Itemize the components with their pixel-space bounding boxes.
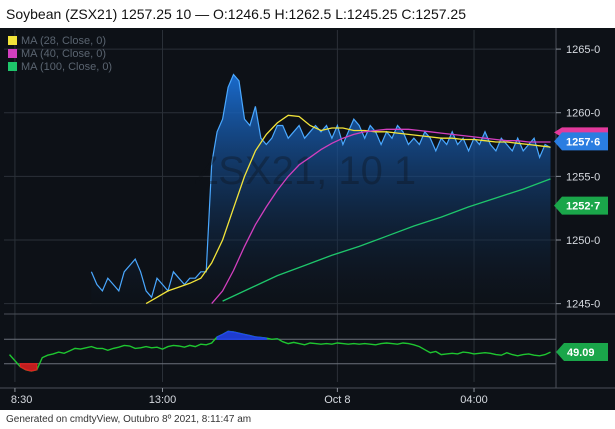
y-tick-label-1: 1250-0: [566, 235, 600, 247]
x-tick-label-1: 13:00: [149, 394, 177, 406]
price-tag-label: 1257·6: [566, 136, 600, 148]
y-tick-label-4: 1265-0: [566, 44, 600, 56]
lower-tag-label: 49.09: [567, 347, 595, 359]
ma-tag-label: 1252·7: [566, 201, 600, 213]
x-tick-label-2: Oct 8: [324, 394, 350, 406]
legend-label-0: MA (28, Close, 0): [21, 35, 106, 47]
price-tag: 1257·6: [554, 132, 608, 151]
legend: MA (28, Close, 0)MA (40, Close, 0)MA (10…: [8, 35, 112, 73]
x-tick-label-3: 04:00: [460, 394, 488, 406]
legend-swatch-2: [8, 62, 17, 71]
legend-swatch-1: [8, 49, 17, 58]
chart-title: Soybean (ZSX21) 1257.25 10 — O:1246.5 H:…: [0, 0, 615, 28]
y-tick-label-2: 1255-0: [566, 171, 600, 183]
chart-frame: Soybean (ZSX21) 1257.25 10 — O:1246.5 H:…: [0, 0, 615, 429]
footer-note: Generated on cmdtyView, Outubro 8º 2021,…: [0, 410, 615, 429]
lower-tag: 49.09: [556, 343, 608, 362]
x-tick-label-0: 8:30: [11, 394, 32, 406]
legend-label-2: MA (100, Close, 0): [21, 61, 112, 73]
watermark: ZSX21, 10 1: [194, 149, 416, 193]
y-tick-label-0: 1245-0: [566, 299, 600, 311]
ma-tag: 1252·7: [554, 196, 608, 215]
legend-label-1: MA (40, Close, 0): [21, 48, 106, 60]
y-tick-label-3: 1260-0: [566, 108, 600, 120]
legend-swatch-0: [8, 36, 17, 45]
chart-canvas[interactable]: ZSX21, 10 1 1245-0 1250-0 1255-0 1260-0 1265…: [0, 28, 615, 410]
